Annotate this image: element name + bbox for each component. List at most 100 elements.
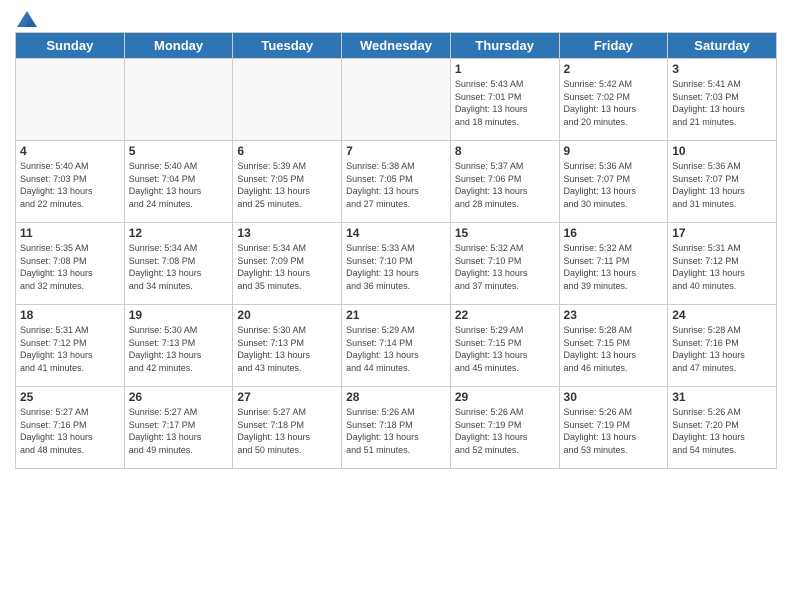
table-row: 20 Sunrise: 5:30 AM Sunset: 7:13 PM Dayli… — [233, 305, 342, 387]
day-info: Sunrise: 5:36 AM Sunset: 7:07 PM Dayligh… — [564, 160, 664, 210]
day-number: 5 — [129, 144, 229, 158]
table-row: 30Sunrise: 5:26 AM Sunset: 7:19 PM Dayli… — [559, 387, 668, 469]
table-row: 4 Sunrise: 5:40 AM Sunset: 7:03 PM Daylig… — [16, 141, 125, 223]
table-row: 8 Sunrise: 5:37 AM Sunset: 7:06 PM Daylig… — [450, 141, 559, 223]
day-number: 7 — [346, 144, 446, 158]
table-row: 6 Sunrise: 5:39 AM Sunset: 7:05 PM Daylig… — [233, 141, 342, 223]
table-row: 5 Sunrise: 5:40 AM Sunset: 7:04 PM Daylig… — [124, 141, 233, 223]
table-row: 9 Sunrise: 5:36 AM Sunset: 7:07 PM Daylig… — [559, 141, 668, 223]
table-row: 15 Sunrise: 5:32 AM Sunset: 7:10 PM Dayli… — [450, 223, 559, 305]
logo-line — [15, 10, 39, 28]
day-number: 10 — [672, 144, 772, 158]
day-info: Sunrise: 5:34 AM Sunset: 7:09 PM Dayligh… — [237, 242, 337, 292]
header — [15, 10, 777, 24]
day-number: 9 — [564, 144, 664, 158]
table-row: 2 Sunrise: 5:42 AM Sunset: 7:02 PM Daylig… — [559, 59, 668, 141]
day-number: 27 — [237, 390, 337, 404]
day-info: Sunrise: 5:35 AM Sunset: 7:08 PM Dayligh… — [20, 242, 120, 292]
day-info: Sunrise: 5:39 AM Sunset: 7:05 PM Dayligh… — [237, 160, 337, 210]
day-number: 19 — [129, 308, 229, 322]
day-info: Sunrise: 5:31 AM Sunset: 7:12 PM Dayligh… — [20, 324, 120, 374]
table-row: 18Sunrise: 5:31 AM Sunset: 7:12 PM Dayli… — [16, 305, 125, 387]
calendar-week-row: 11 Sunrise: 5:35 AM Sunset: 7:08 PM Dayli… — [16, 223, 777, 305]
table-row: 25 Sunrise: 5:27 AM Sunset: 7:16 PM Dayli… — [16, 387, 125, 469]
day-number: 11 — [20, 226, 120, 240]
table-row: 17Sunrise: 5:31 AM Sunset: 7:12 PM Dayli… — [668, 223, 777, 305]
col-saturday: Saturday — [668, 33, 777, 59]
table-row: 16 Sunrise: 5:32 AM Sunset: 7:11 PM Dayli… — [559, 223, 668, 305]
day-number: 13 — [237, 226, 337, 240]
table-row: 24Sunrise: 5:28 AM Sunset: 7:16 PM Dayli… — [668, 305, 777, 387]
col-wednesday: Wednesday — [342, 33, 451, 59]
calendar-table: Sunday Monday Tuesday Wednesday Thursday… — [15, 32, 777, 469]
table-row: 14 Sunrise: 5:33 AM Sunset: 7:10 PM Dayli… — [342, 223, 451, 305]
table-row: 28 Sunrise: 5:26 AM Sunset: 7:18 PM Dayli… — [342, 387, 451, 469]
day-info: Sunrise: 5:30 AM Sunset: 7:13 PM Dayligh… — [129, 324, 229, 374]
day-info: Sunrise: 5:32 AM Sunset: 7:10 PM Dayligh… — [455, 242, 555, 292]
day-number: 25 — [20, 390, 120, 404]
day-number: 15 — [455, 226, 555, 240]
day-info: Sunrise: 5:28 AM Sunset: 7:16 PM Dayligh… — [672, 324, 772, 374]
day-number: 16 — [564, 226, 664, 240]
day-info: Sunrise: 5:40 AM Sunset: 7:03 PM Dayligh… — [20, 160, 120, 210]
table-row: 29 Sunrise: 5:26 AM Sunset: 7:19 PM Dayli… — [450, 387, 559, 469]
table-row: 21Sunrise: 5:29 AM Sunset: 7:14 PM Dayli… — [342, 305, 451, 387]
day-info: Sunrise: 5:42 AM Sunset: 7:02 PM Dayligh… — [564, 78, 664, 128]
day-info: Sunrise: 5:27 AM Sunset: 7:17 PM Dayligh… — [129, 406, 229, 456]
table-row: 7 Sunrise: 5:38 AM Sunset: 7:05 PM Daylig… — [342, 141, 451, 223]
table-row: 10Sunrise: 5:36 AM Sunset: 7:07 PM Dayli… — [668, 141, 777, 223]
table-row: 13 Sunrise: 5:34 AM Sunset: 7:09 PM Dayli… — [233, 223, 342, 305]
day-info: Sunrise: 5:37 AM Sunset: 7:06 PM Dayligh… — [455, 160, 555, 210]
day-info: Sunrise: 5:26 AM Sunset: 7:18 PM Dayligh… — [346, 406, 446, 456]
day-number: 30 — [564, 390, 664, 404]
day-number: 31 — [672, 390, 772, 404]
day-number: 1 — [455, 62, 555, 76]
day-number: 29 — [455, 390, 555, 404]
table-row: 23 Sunrise: 5:28 AM Sunset: 7:15 PM Dayli… — [559, 305, 668, 387]
day-number: 23 — [564, 308, 664, 322]
logo-icon — [16, 10, 38, 28]
day-info: Sunrise: 5:27 AM Sunset: 7:16 PM Dayligh… — [20, 406, 120, 456]
day-info: Sunrise: 5:27 AM Sunset: 7:18 PM Dayligh… — [237, 406, 337, 456]
day-info: Sunrise: 5:31 AM Sunset: 7:12 PM Dayligh… — [672, 242, 772, 292]
day-info: Sunrise: 5:26 AM Sunset: 7:19 PM Dayligh… — [455, 406, 555, 456]
day-number: 12 — [129, 226, 229, 240]
calendar-week-row: 1 Sunrise: 5:43 AM Sunset: 7:01 PM Daylig… — [16, 59, 777, 141]
table-row: 31 Sunrise: 5:26 AM Sunset: 7:20 PM Dayli… — [668, 387, 777, 469]
day-info: Sunrise: 5:38 AM Sunset: 7:05 PM Dayligh… — [346, 160, 446, 210]
logo — [15, 10, 39, 24]
day-number: 14 — [346, 226, 446, 240]
day-number: 26 — [129, 390, 229, 404]
table-row — [16, 59, 125, 141]
table-row — [124, 59, 233, 141]
calendar-week-row: 4 Sunrise: 5:40 AM Sunset: 7:03 PM Daylig… — [16, 141, 777, 223]
day-info: Sunrise: 5:26 AM Sunset: 7:20 PM Dayligh… — [672, 406, 772, 456]
table-row: 12 Sunrise: 5:34 AM Sunset: 7:08 PM Dayli… — [124, 223, 233, 305]
day-info: Sunrise: 5:34 AM Sunset: 7:08 PM Dayligh… — [129, 242, 229, 292]
day-info: Sunrise: 5:43 AM Sunset: 7:01 PM Dayligh… — [455, 78, 555, 128]
day-number: 2 — [564, 62, 664, 76]
table-row: 11 Sunrise: 5:35 AM Sunset: 7:08 PM Dayli… — [16, 223, 125, 305]
day-info: Sunrise: 5:30 AM Sunset: 7:13 PM Dayligh… — [237, 324, 337, 374]
day-number: 4 — [20, 144, 120, 158]
day-number: 28 — [346, 390, 446, 404]
calendar-week-row: 25 Sunrise: 5:27 AM Sunset: 7:16 PM Dayli… — [16, 387, 777, 469]
day-info: Sunrise: 5:29 AM Sunset: 7:15 PM Dayligh… — [455, 324, 555, 374]
day-info: Sunrise: 5:40 AM Sunset: 7:04 PM Dayligh… — [129, 160, 229, 210]
day-info: Sunrise: 5:32 AM Sunset: 7:11 PM Dayligh… — [564, 242, 664, 292]
col-thursday: Thursday — [450, 33, 559, 59]
day-number: 20 — [237, 308, 337, 322]
table-row: 26 Sunrise: 5:27 AM Sunset: 7:17 PM Dayli… — [124, 387, 233, 469]
day-number: 3 — [672, 62, 772, 76]
day-info: Sunrise: 5:33 AM Sunset: 7:10 PM Dayligh… — [346, 242, 446, 292]
table-row: 3Sunrise: 5:41 AM Sunset: 7:03 PM Daylig… — [668, 59, 777, 141]
day-number: 6 — [237, 144, 337, 158]
table-row — [233, 59, 342, 141]
table-row: 27 Sunrise: 5:27 AM Sunset: 7:18 PM Dayli… — [233, 387, 342, 469]
col-tuesday: Tuesday — [233, 33, 342, 59]
day-info: Sunrise: 5:28 AM Sunset: 7:15 PM Dayligh… — [564, 324, 664, 374]
day-number: 21 — [346, 308, 446, 322]
page: Sunday Monday Tuesday Wednesday Thursday… — [0, 0, 792, 612]
col-sunday: Sunday — [16, 33, 125, 59]
day-number: 8 — [455, 144, 555, 158]
